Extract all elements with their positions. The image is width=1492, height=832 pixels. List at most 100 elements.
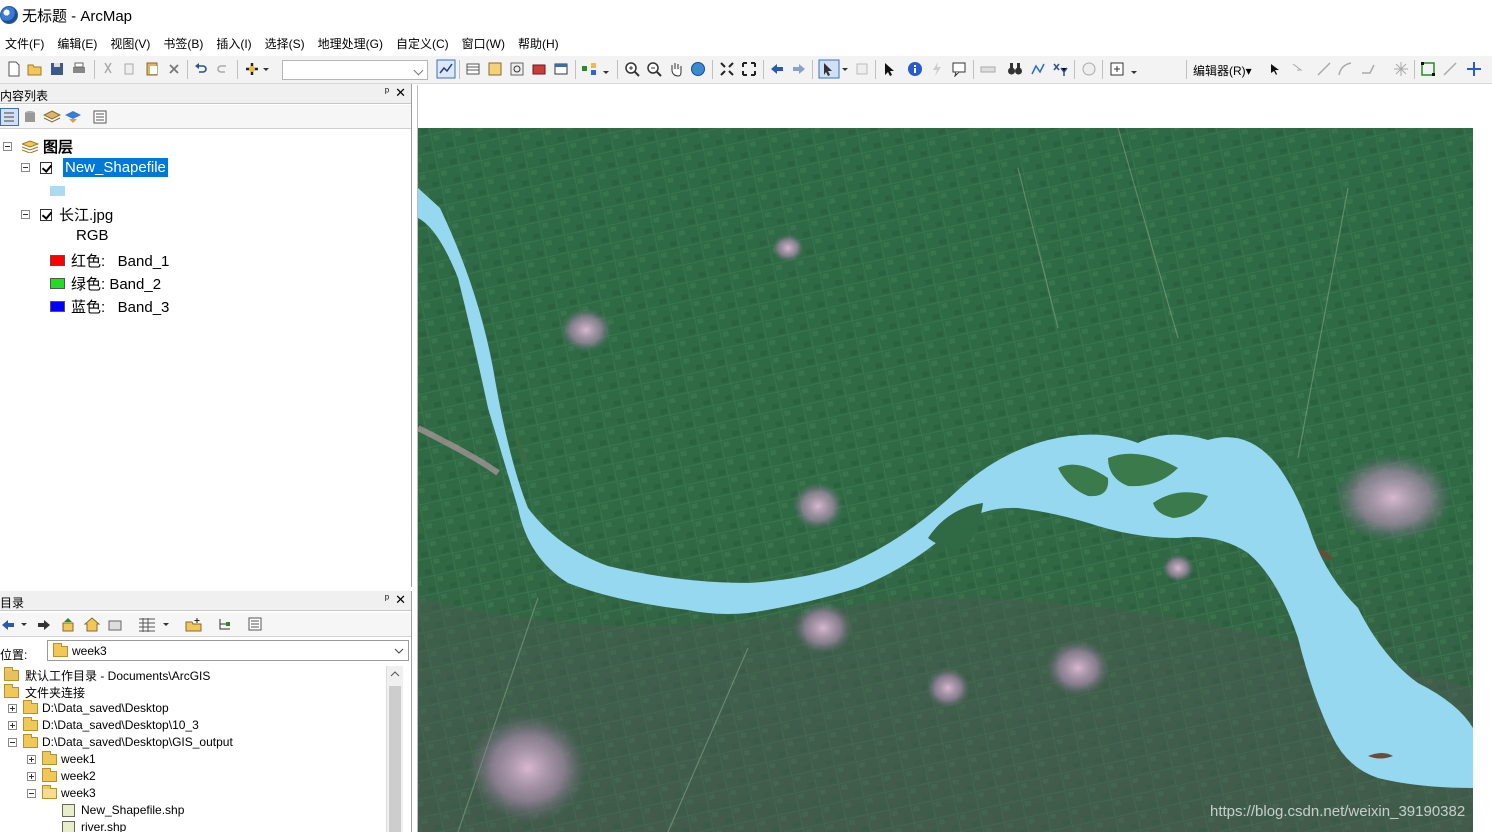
select-elements-arrow-icon[interactable] [881,61,897,77]
measure-ruler-icon[interactable] [980,61,996,77]
menu-customize[interactable]: 自定义(C) [391,35,457,52]
layer-visibility-checkbox[interactable] [40,161,52,174]
scroll-up-arrow-icon[interactable] [390,670,400,678]
toc-close-icon[interactable]: ✕ [395,85,406,101]
catalog-item-default-workspace[interactable]: 默认工作目录 - Documents\ArcGIS [4,667,210,684]
toolbar-overflow-icon[interactable] [602,61,610,77]
open-folder-icon[interactable] [27,61,43,77]
menu-view[interactable]: 视图(V) [105,35,158,52]
catalog-item-desktop[interactable]: D:\Data_saved\Desktop [8,699,169,715]
map-scale-combo[interactable] [282,60,428,80]
list-by-visibility-icon[interactable] [43,109,61,125]
reshape-feature-icon[interactable] [1442,61,1458,77]
catalog-item-week1[interactable]: week1 [27,750,96,766]
view-grid-icon[interactable] [138,617,156,632]
add-data-dropdown-icon[interactable] [262,61,270,77]
toggle-tree-icon[interactable] [217,617,232,632]
expand-icon[interactable] [27,754,36,764]
find-binoculars-icon[interactable] [1007,61,1023,77]
catalog-options-icon[interactable] [248,617,262,631]
location-combo[interactable]: week3 [47,640,409,661]
menu-help[interactable]: 帮助(H) [513,35,567,52]
edit-tool-arrow-icon[interactable] [1266,61,1282,77]
layer-name-selected[interactable]: New_Shapefile [63,158,168,177]
full-extent-globe-icon[interactable] [690,61,706,77]
collapse-icon[interactable] [8,737,17,747]
home-icon[interactable] [84,617,100,632]
chevron-down-icon[interactable] [394,647,404,655]
expand-icon[interactable] [8,720,17,730]
menu-bookmarks[interactable]: 书签(B) [158,35,211,52]
expand-icon[interactable] [8,703,17,713]
collapse-icon[interactable] [21,210,30,219]
layer-new-shapefile[interactable]: New_Shapefile [21,158,168,177]
time-slider-icon[interactable] [1081,61,1097,77]
copy-icon[interactable] [122,61,138,77]
new-folder-icon[interactable] [185,617,203,632]
catalog-item-desktop-10-3[interactable]: D:\Data_saved\Desktop\10_3 [8,716,199,732]
fixed-zoom-in-icon[interactable] [719,61,735,77]
catalog-item-river-shp[interactable]: river.shp [62,820,126,832]
catalog-item-new-shapefile-shp[interactable]: New_Shapefile.shp [62,803,184,817]
forward-arrow-icon[interactable] [37,618,51,632]
end-point-arc-icon[interactable] [1337,61,1353,77]
layer-name[interactable]: 长江.jpg [59,204,113,225]
table-icon[interactable] [465,61,481,77]
editor-toolbar-icon[interactable] [436,59,456,79]
scrollbar-thumb[interactable] [389,686,401,832]
collapse-icon[interactable] [3,142,12,151]
menu-selection[interactable]: 选择(S) [260,35,313,52]
find-route-icon[interactable] [1030,61,1046,77]
layer-changjiang-jpg[interactable]: 长江.jpg [21,204,113,225]
paste-icon[interactable] [144,61,160,77]
menu-geoprocessing[interactable]: 地理处理(G) [313,35,391,52]
straight-segment-icon[interactable] [1316,61,1332,77]
split-tool-icon[interactable] [1393,61,1409,77]
toolbar-overflow-icon-2[interactable] [1130,61,1138,77]
zoom-in-icon[interactable] [624,61,640,77]
html-popup-icon[interactable] [951,61,967,77]
menu-edit[interactable]: 编辑(E) [52,35,105,52]
select-dropdown-icon[interactable] [841,61,849,77]
pan-hand-icon[interactable] [668,61,684,77]
list-by-selection-icon[interactable] [65,109,82,125]
select-features-icon[interactable] [818,59,840,79]
up-one-level-icon[interactable] [61,617,76,632]
fixed-zoom-out-icon[interactable] [741,61,757,77]
python-window-icon[interactable] [553,61,569,77]
search-window-icon[interactable] [509,61,525,77]
catalog-item-week2[interactable]: week2 [27,767,96,783]
cut-icon[interactable] [100,61,116,77]
connect-folder-icon[interactable] [108,617,123,632]
delete-icon[interactable] [166,61,182,77]
redo-icon[interactable] [215,61,231,77]
back-extent-icon[interactable] [769,61,785,77]
new-document-icon[interactable] [6,61,22,77]
cut-polygons-icon[interactable] [1466,61,1482,77]
layer-visibility-checkbox[interactable] [40,208,52,221]
identify-info-icon[interactable] [907,61,923,77]
satellite-map-image[interactable] [418,128,1473,832]
catalog-close-icon[interactable]: ✕ [395,592,406,608]
editor-menu-button[interactable]: 编辑器(R)▾ [1193,62,1252,79]
go-to-xy-icon[interactable] [1052,61,1068,77]
list-by-source-icon[interactable] [23,109,37,125]
polygon-symbol-swatch[interactable] [50,186,65,196]
collapse-icon[interactable] [21,163,30,172]
toc-options-icon[interactable] [93,110,107,124]
catalog-item-week3[interactable]: week3 [27,784,96,800]
edit-annotation-icon[interactable] [1288,61,1304,77]
undo-icon[interactable] [193,61,209,77]
layers-root-row[interactable]: 图层 [3,136,73,157]
catalog-item-folder-connections[interactable]: 文件夹连接 [4,684,85,701]
menu-windows[interactable]: 窗口(W) [457,35,513,52]
create-viewer-window-icon[interactable] [1109,61,1125,77]
menu-insert[interactable]: 插入(I) [211,35,259,52]
menu-file[interactable]: 文件(F) [0,35,52,52]
catalog-pin-icon[interactable]: ᵖ [385,593,389,605]
hyperlink-lightning-icon[interactable] [929,61,945,77]
save-icon[interactable] [49,61,65,77]
trace-tool-icon[interactable] [1360,61,1376,77]
edit-vertices-icon[interactable] [1420,61,1436,77]
catalog-item-gis-output[interactable]: D:\Data_saved\Desktop\GIS_output [8,733,233,749]
